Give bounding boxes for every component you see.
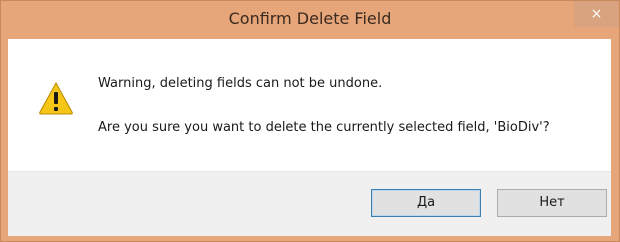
close-button[interactable]: × — [574, 1, 619, 27]
confirm-question: Are you sure you want to delete the curr… — [98, 120, 550, 135]
dialog-window: Confirm Delete Field × Warning, deleting… — [0, 0, 620, 242]
yes-button[interactable]: Да — [371, 189, 481, 217]
button-bar: Да Нет — [8, 171, 611, 236]
title-bar[interactable]: Confirm Delete Field × — [1, 1, 619, 39]
warning-icon — [39, 81, 73, 115]
window-title: Confirm Delete Field — [228, 9, 392, 28]
no-button[interactable]: Нет — [497, 189, 607, 217]
message-area: Warning, deleting fields can not be undo… — [8, 39, 611, 171]
warning-message: Warning, deleting fields can not be undo… — [98, 76, 383, 91]
dialog-body: Warning, deleting fields can not be undo… — [8, 39, 611, 236]
